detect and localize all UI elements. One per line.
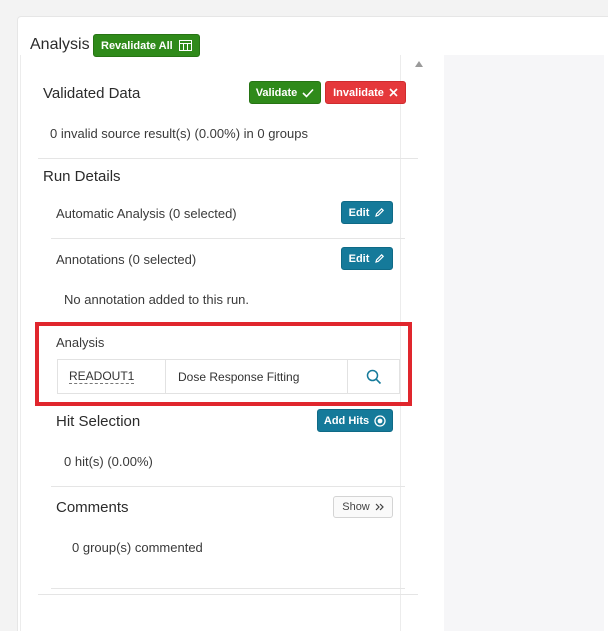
check-icon	[302, 88, 314, 98]
comments-summary: 0 group(s) commented	[72, 540, 203, 555]
revalidate-all-button[interactable]: Revalidate All	[93, 34, 200, 57]
add-hits-label: Add Hits	[323, 414, 370, 427]
validated-data-title: Validated Data	[43, 85, 141, 102]
annotations-label: Annotations (0 selected)	[56, 252, 197, 267]
divider	[38, 158, 418, 159]
preview-panel	[444, 55, 604, 631]
divider	[51, 486, 405, 487]
analysis-method: Dose Response Fitting	[178, 369, 300, 384]
automatic-analysis-label: Automatic Analysis (0 selected)	[56, 206, 237, 221]
readout-cell[interactable]: READOUT1	[58, 360, 166, 393]
chevron-double-right-icon	[375, 503, 384, 511]
analysis-row: READOUT1 Dose Response Fitting	[57, 359, 400, 394]
edit-label: Edit	[348, 252, 370, 265]
invalidate-button[interactable]: Invalidate	[325, 81, 406, 104]
readout-name: READOUT1	[69, 369, 135, 384]
scroll-up-arrow[interactable]	[415, 61, 423, 67]
divider	[38, 594, 418, 595]
validated-summary: 0 invalid source result(s) (0.00%) in 0 …	[50, 126, 308, 141]
analysis-label: Analysis	[56, 335, 105, 350]
pencil-icon	[374, 253, 385, 264]
invalidate-label: Invalidate	[333, 86, 384, 99]
show-label: Show	[342, 501, 370, 513]
show-comments-button[interactable]: Show	[333, 496, 393, 518]
close-icon	[389, 88, 398, 97]
no-annotation-text: No annotation added to this run.	[64, 292, 250, 307]
hit-summary: 0 hit(s) (0.00%)	[64, 454, 153, 469]
run-details-title: Run Details	[43, 168, 121, 185]
edit-automatic-analysis-button[interactable]: Edit	[341, 201, 393, 224]
validate-button[interactable]: Validate	[249, 81, 321, 104]
divider	[51, 238, 405, 239]
divider	[51, 588, 405, 589]
edit-label: Edit	[348, 206, 370, 219]
analysis-search-button[interactable]	[348, 360, 399, 393]
table-check-icon	[178, 40, 192, 51]
analysis-method-cell: Dose Response Fitting	[166, 360, 348, 393]
search-icon	[366, 369, 382, 385]
validate-label: Validate	[255, 86, 298, 99]
revalidate-all-label: Revalidate All	[101, 39, 173, 52]
hit-selection-title: Hit Selection	[56, 413, 141, 430]
page-title: Analysis	[30, 36, 90, 53]
pencil-icon	[374, 207, 385, 218]
target-icon	[374, 414, 386, 427]
comments-title: Comments	[56, 499, 129, 516]
add-hits-button[interactable]: Add Hits	[317, 409, 393, 432]
edit-annotations-button[interactable]: Edit	[341, 247, 393, 270]
